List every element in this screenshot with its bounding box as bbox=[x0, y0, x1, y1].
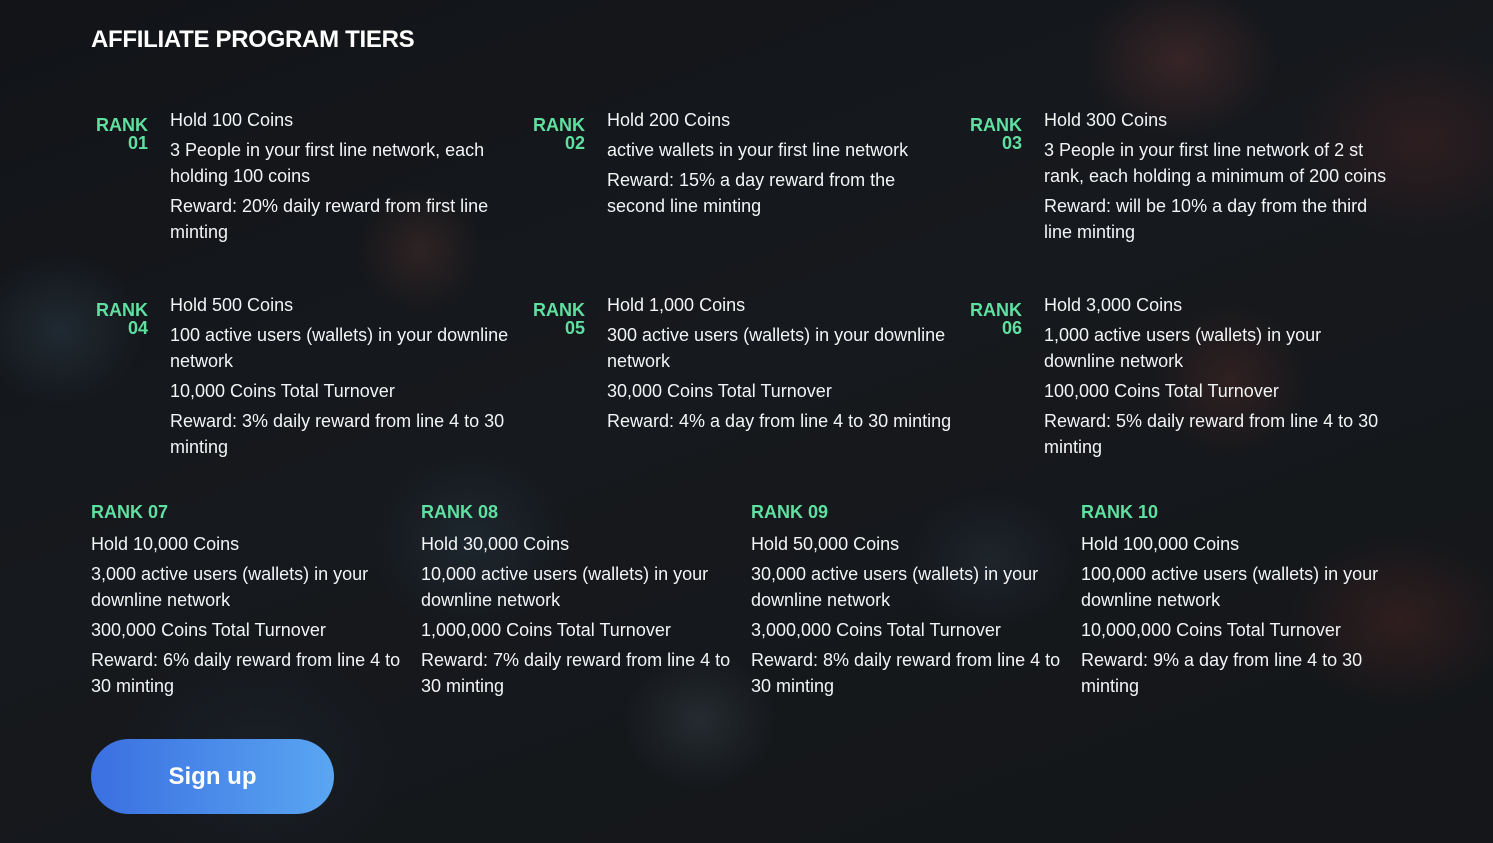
rank-label: RANK 04 bbox=[91, 301, 148, 337]
tier-reward: Reward: 9% a day from line 4 to 30 minti… bbox=[1081, 650, 1363, 696]
tier-hold-requirement: Hold 100 Coins bbox=[170, 110, 294, 130]
rank-label: RANK 02 bbox=[528, 116, 585, 152]
tier-hold-requirement: Hold 30,000 Coins bbox=[421, 534, 570, 554]
tier-turnover-requirement: 30,000 Coins Total Turnover bbox=[607, 381, 832, 401]
tier-details: Hold 200 Coins active wallets in your fi… bbox=[607, 107, 952, 223]
tier-details: Hold 1,000 Coins 300 active users (walle… bbox=[607, 292, 952, 438]
tier-rank-07: RANK 07 Hold 10,000 Coins 3,000 active u… bbox=[91, 501, 409, 703]
tier-network-requirement: 1,000 active users (wallets) in your dow… bbox=[1044, 325, 1322, 371]
rank-label: RANK 10 bbox=[1081, 502, 1159, 522]
tier-details: Hold 30,000 Coins 10,000 active users (w… bbox=[421, 531, 739, 699]
tier-network-requirement: 100,000 active users (wallets) in your d… bbox=[1081, 564, 1379, 610]
tier-hold-requirement: Hold 3,000 Coins bbox=[1044, 295, 1183, 315]
tier-reward: Reward: 4% a day from line 4 to 30 minti… bbox=[607, 411, 952, 431]
rank-label: RANK 03 bbox=[965, 116, 1022, 152]
tier-turnover-requirement: 3,000,000 Coins Total Turnover bbox=[751, 620, 1001, 640]
tier-network-requirement: active wallets in your first line networ… bbox=[607, 140, 909, 160]
tier-details: Hold 300 Coins 3 People in your first li… bbox=[1044, 107, 1389, 249]
tier-network-requirement: 10,000 active users (wallets) in your do… bbox=[421, 564, 709, 610]
rank-label: RANK 06 bbox=[965, 301, 1022, 337]
tier-hold-requirement: Hold 200 Coins bbox=[607, 110, 731, 130]
tier-network-requirement: 300 active users (wallets) in your downl… bbox=[607, 325, 946, 371]
tier-network-requirement: 30,000 active users (wallets) in your do… bbox=[751, 564, 1039, 610]
rank-number: 03 bbox=[1001, 133, 1022, 153]
rank-label: RANK 05 bbox=[528, 301, 585, 337]
tier-details: Hold 500 Coins 100 active users (wallets… bbox=[170, 292, 515, 464]
tier-reward: Reward: 20% daily reward from first line… bbox=[170, 196, 489, 242]
rank-word: RANK bbox=[970, 115, 1022, 135]
tier-hold-requirement: Hold 50,000 Coins bbox=[751, 534, 900, 554]
tier-rank-10: RANK 10 Hold 100,000 Coins 100,000 activ… bbox=[1081, 501, 1399, 703]
tier-rank-09: RANK 09 Hold 50,000 Coins 30,000 active … bbox=[751, 501, 1069, 703]
tier-reward: Reward: 3% daily reward from line 4 to 3… bbox=[170, 411, 505, 457]
tier-details: Hold 3,000 Coins 1,000 active users (wal… bbox=[1044, 292, 1389, 464]
tier-reward: Reward: 6% daily reward from line 4 to 3… bbox=[91, 650, 401, 696]
tier-reward: Reward: 8% daily reward from line 4 to 3… bbox=[751, 650, 1061, 696]
tier-reward: Reward: will be 10% a day from the third… bbox=[1044, 196, 1368, 242]
rank-number: 06 bbox=[1001, 318, 1022, 338]
tier-reward: Reward: 5% daily reward from line 4 to 3… bbox=[1044, 411, 1379, 457]
tier-hold-requirement: Hold 1,000 Coins bbox=[607, 295, 746, 315]
rank-word: RANK bbox=[970, 300, 1022, 320]
rank-label: RANK 01 bbox=[91, 116, 148, 152]
tier-turnover-requirement: 1,000,000 Coins Total Turnover bbox=[421, 620, 671, 640]
tier-hold-requirement: Hold 10,000 Coins bbox=[91, 534, 240, 554]
rank-label: RANK 07 bbox=[91, 502, 169, 522]
tier-network-requirement: 3 People in your first line network, eac… bbox=[170, 140, 485, 186]
rank-number: 05 bbox=[564, 318, 585, 338]
tier-details: Hold 100 Coins 3 People in your first li… bbox=[170, 107, 515, 249]
tier-turnover-requirement: 100,000 Coins Total Turnover bbox=[1044, 381, 1279, 401]
tier-network-requirement: 3,000 active users (wallets) in your dow… bbox=[91, 564, 369, 610]
tier-details: Hold 50,000 Coins 30,000 active users (w… bbox=[751, 531, 1069, 699]
sign-up-button[interactable]: Sign up bbox=[91, 739, 334, 814]
rank-label: RANK 09 bbox=[751, 502, 829, 522]
rank-word: RANK bbox=[533, 115, 585, 135]
rank-label: RANK 08 bbox=[421, 502, 499, 522]
tier-hold-requirement: Hold 300 Coins bbox=[1044, 110, 1168, 130]
tier-network-requirement: 3 People in your first line network of 2… bbox=[1044, 140, 1387, 186]
tier-turnover-requirement: 10,000 Coins Total Turnover bbox=[170, 381, 395, 401]
rank-word: RANK bbox=[96, 115, 148, 135]
tier-hold-requirement: Hold 500 Coins bbox=[170, 295, 294, 315]
tier-details: Hold 10,000 Coins 3,000 active users (wa… bbox=[91, 531, 409, 699]
tier-turnover-requirement: 10,000,000 Coins Total Turnover bbox=[1081, 620, 1341, 640]
rank-number: 04 bbox=[127, 318, 148, 338]
rank-number: 02 bbox=[564, 133, 585, 153]
tier-details: Hold 100,000 Coins 100,000 active users … bbox=[1081, 531, 1399, 699]
tier-reward: Reward: 15% a day reward from the second… bbox=[607, 170, 896, 216]
tier-reward: Reward: 7% daily reward from line 4 to 3… bbox=[421, 650, 731, 696]
tier-hold-requirement: Hold 100,000 Coins bbox=[1081, 534, 1240, 554]
rank-word: RANK bbox=[96, 300, 148, 320]
tier-network-requirement: 100 active users (wallets) in your downl… bbox=[170, 325, 509, 371]
page-title: AFFILIATE PROGRAM TIERS bbox=[91, 26, 415, 53]
rank-word: RANK bbox=[533, 300, 585, 320]
tier-rank-08: RANK 08 Hold 30,000 Coins 10,000 active … bbox=[421, 501, 739, 703]
rank-number: 01 bbox=[127, 133, 148, 153]
tier-turnover-requirement: 300,000 Coins Total Turnover bbox=[91, 620, 326, 640]
